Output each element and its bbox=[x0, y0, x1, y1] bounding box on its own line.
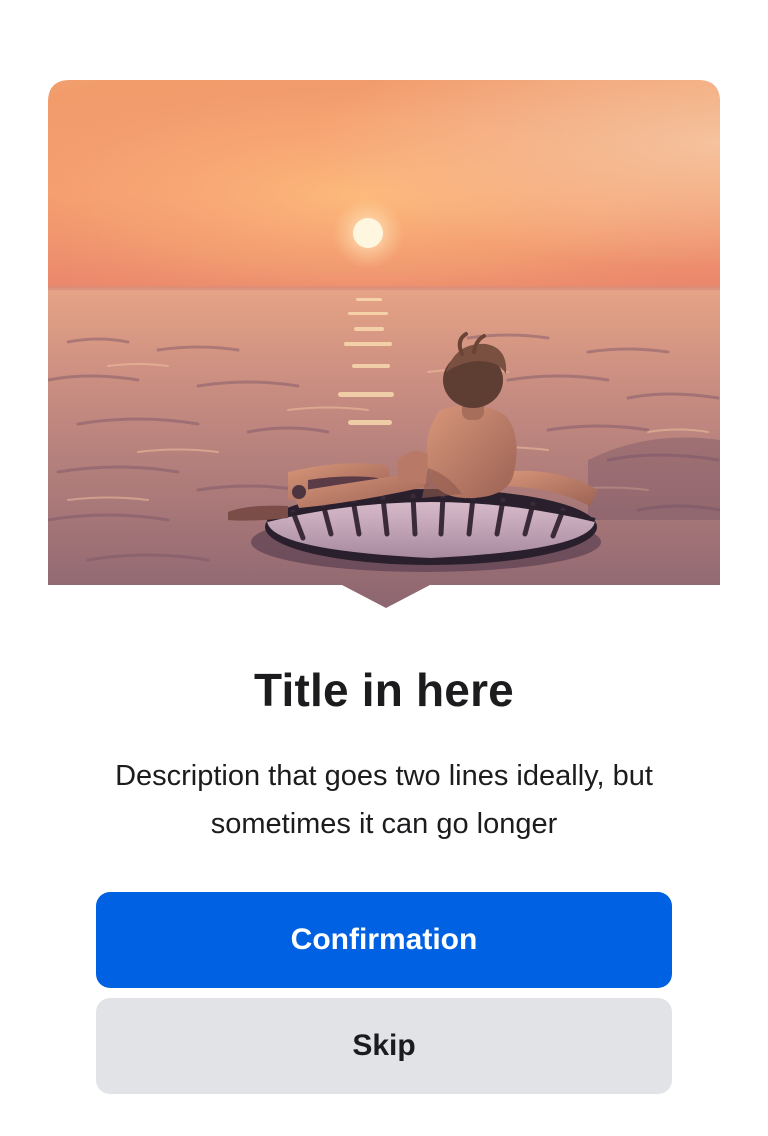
page-description: Description that goes two lines ideally,… bbox=[115, 760, 653, 840]
skip-button-label: Skip bbox=[352, 1029, 416, 1062]
sunset-sea-photo bbox=[48, 80, 720, 608]
skip-button[interactable]: Skip bbox=[96, 998, 672, 1094]
confirmation-button-label: Confirmation bbox=[290, 923, 478, 956]
page-title: Title in here bbox=[254, 664, 514, 716]
onboarding-screen: Title in here Description that goes two … bbox=[0, 0, 768, 1136]
confirmation-button[interactable]: Confirmation bbox=[96, 892, 672, 988]
hero-image bbox=[48, 80, 720, 608]
